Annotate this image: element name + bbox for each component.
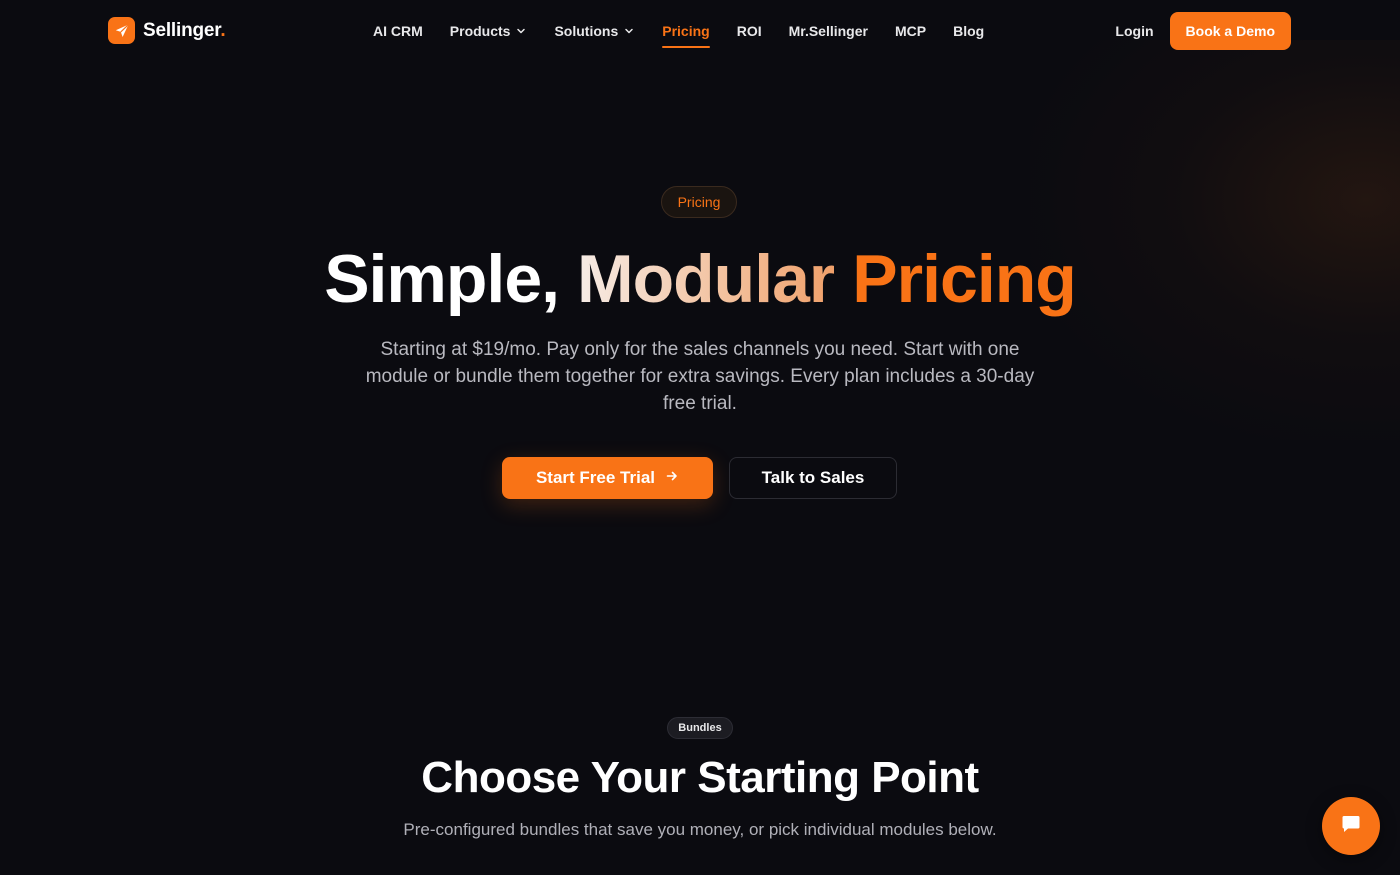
hero-subtitle: Starting at $19/mo. Pay only for the sal… bbox=[365, 339, 1035, 414]
nav-actions: Login Book a Demo bbox=[1115, 12, 1291, 50]
chat-button[interactable] bbox=[1322, 797, 1380, 855]
talk-to-sales-button[interactable]: Talk to Sales bbox=[729, 457, 897, 499]
nav-item-label: Products bbox=[449, 23, 511, 39]
book-demo-button[interactable]: Book a Demo bbox=[1169, 12, 1291, 50]
nav-item-label: Pricing bbox=[662, 23, 710, 39]
hero-title-part-2: Modular bbox=[576, 241, 835, 317]
nav-item-mcp[interactable]: MCP bbox=[895, 0, 926, 62]
talk-to-sales-label: Talk to Sales bbox=[761, 468, 865, 487]
nav-item-label: ROI bbox=[736, 23, 762, 39]
nav-item-pricing[interactable]: Pricing bbox=[662, 0, 711, 62]
paper-plane-icon bbox=[108, 17, 135, 44]
brand-name: Sellinger. bbox=[143, 19, 226, 41]
hero-title-part-3: Pricing bbox=[852, 241, 1076, 317]
nav-links: AI CRM Products Solutions Pricing ROI Mr… bbox=[373, 0, 984, 62]
nav-item-ai-crm[interactable]: AI CRM bbox=[373, 0, 423, 62]
login-link[interactable]: Login bbox=[1115, 23, 1153, 39]
nav-item-blog[interactable]: Blog bbox=[953, 0, 984, 62]
top-navigation: Sellinger. AI CRM Products Solutions Pri… bbox=[0, 0, 1400, 62]
pricing-page: Sellinger. AI CRM Products Solutions Pri… bbox=[0, 0, 1400, 875]
nav-item-label: AI CRM bbox=[373, 23, 423, 39]
bundles-subtitle: Pre-configured bundles that save you mon… bbox=[403, 820, 997, 839]
arrow-right-icon bbox=[665, 468, 679, 488]
hero-badge: Pricing bbox=[661, 186, 737, 218]
nav-item-roi[interactable]: ROI bbox=[737, 0, 762, 62]
brand-dot: . bbox=[220, 19, 226, 41]
bundles-title: Choose Your Starting Point bbox=[421, 753, 979, 802]
nav-item-mr-sellinger[interactable]: Mr.Sellinger bbox=[789, 0, 868, 62]
chevron-down-icon bbox=[515, 25, 527, 37]
nav-item-label: Blog bbox=[953, 23, 985, 39]
nav-item-solutions[interactable]: Solutions bbox=[554, 0, 635, 62]
nav-item-label: MCP bbox=[894, 23, 927, 39]
chat-bubble-icon bbox=[1340, 813, 1362, 840]
nav-item-label: Mr.Sellinger bbox=[788, 23, 868, 39]
start-free-trial-button[interactable]: Start Free Trial bbox=[502, 457, 713, 499]
hero-title-part-1: Simple, bbox=[324, 241, 560, 317]
brand-logo-link[interactable]: Sellinger. bbox=[108, 17, 226, 44]
hero-title: Simple, Modular Pricing bbox=[0, 238, 1400, 320]
nav-item-label: Solutions bbox=[554, 23, 619, 39]
chevron-down-icon bbox=[623, 25, 635, 37]
nav-item-products[interactable]: Products bbox=[450, 0, 528, 62]
start-free-trial-label: Start Free Trial bbox=[535, 468, 656, 487]
bundles-badge: Bundles bbox=[667, 717, 733, 739]
